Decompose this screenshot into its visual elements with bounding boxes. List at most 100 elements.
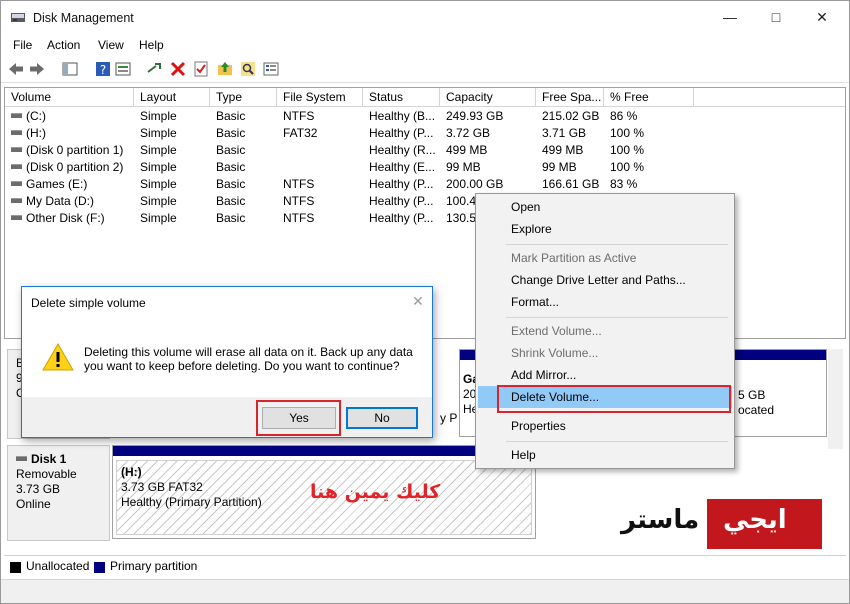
volume-cell-volume: (Disk 0 partition 1) xyxy=(11,142,123,159)
no-button[interactable]: No xyxy=(346,407,418,429)
volume-cell-fs: NTFS xyxy=(283,211,315,225)
volume-cell-type: Basic xyxy=(216,126,246,140)
volume-cell-volume: (H:) xyxy=(11,125,46,142)
ctx-add-mirror[interactable]: Add Mirror... xyxy=(478,364,732,386)
volume-row[interactable]: (C:) Simple Basic NTFS Healthy (B... 249.93 G… xyxy=(5,108,845,125)
brand-logo: ماستر ايجي xyxy=(613,499,822,549)
legend-primary-partition: Primary partition xyxy=(110,559,198,573)
menu-file[interactable]: File xyxy=(13,38,32,52)
volume-cell-volume: Games (E:) xyxy=(11,176,87,193)
volume-cell-pct: 100 % xyxy=(610,126,645,140)
volume-name: Other Disk (F:) xyxy=(26,211,105,225)
column-free-space[interactable]: Free Spa... xyxy=(536,88,604,107)
volume-name: (Disk 0 partition 2) xyxy=(26,160,124,174)
ctx-extend-volume: Extend Volume... xyxy=(511,324,602,338)
close-button[interactable]: ✕ xyxy=(799,1,845,34)
disk-management-app-icon xyxy=(11,13,25,22)
drive-icon xyxy=(11,164,22,170)
primary-partition-swatch xyxy=(94,562,105,573)
column-status[interactable]: Status xyxy=(363,88,440,107)
ctx-format[interactable]: Format... xyxy=(478,291,732,313)
drive-icon xyxy=(11,147,22,153)
volume-cell-layout: Simple xyxy=(140,143,177,157)
volume-cell-status: Healthy (P... xyxy=(369,177,434,191)
ctx-change-drive-letter[interactable]: Change Drive Letter and Paths... xyxy=(478,269,732,291)
ctx-open[interactable]: Open xyxy=(478,196,732,218)
volume-cell-capacity: 99 MB xyxy=(446,160,481,174)
folder-up-icon[interactable] xyxy=(216,60,234,78)
volume-cell-capacity: 249.93 GB xyxy=(446,109,504,123)
volume-cell-volume: My Data (D:) xyxy=(11,193,94,210)
volume-name: Games (E:) xyxy=(26,177,88,191)
svg-text:?: ? xyxy=(100,63,106,77)
volume-row[interactable]: Games (E:) Simple Basic NTFS Healthy (P... 20… xyxy=(5,176,845,193)
volume-cell-type: Basic xyxy=(216,177,246,191)
volume-cell-layout: Simple xyxy=(140,194,177,208)
volume-name: (C:) xyxy=(26,109,46,123)
disk-1-label[interactable]: Disk 1 Removable 3.73 GB Online xyxy=(7,445,110,541)
context-menu: Open Explore Mark Partition as Active Ch… xyxy=(475,193,735,469)
volume-cell-pct: 100 % xyxy=(610,143,645,157)
menu-bar: File Action View Help xyxy=(1,34,849,56)
connect-icon[interactable] xyxy=(146,60,164,78)
volume-cell-fs: FAT32 xyxy=(283,126,318,140)
menu-view[interactable]: View xyxy=(98,38,124,52)
volume-list-header: Volume Layout Type File System Status Ca… xyxy=(5,88,845,107)
volume-cell-type: Basic xyxy=(216,211,246,225)
volume-cell-status: Healthy (R... xyxy=(369,143,436,157)
ctx-explore[interactable]: Explore xyxy=(478,218,732,240)
forward-arrow-icon[interactable] xyxy=(28,60,46,78)
disk-1-name: Disk 1 xyxy=(31,452,67,466)
volume-cell-volume: Other Disk (F:) xyxy=(11,210,105,227)
back-arrow-icon[interactable] xyxy=(7,60,25,78)
volume-cell-free: 499 MB xyxy=(542,143,584,157)
ctx-help[interactable]: Help xyxy=(478,444,732,466)
menu-action[interactable]: Action xyxy=(47,38,80,52)
search-icon[interactable] xyxy=(239,60,257,78)
help-icon[interactable]: ? xyxy=(94,60,112,78)
column-percent-free[interactable]: % Free xyxy=(604,88,694,107)
disk-view-scrollbar[interactable] xyxy=(828,349,843,449)
menu-help[interactable]: Help xyxy=(139,38,164,52)
volume-cell-type: Basic xyxy=(216,194,246,208)
volume-cell-pct: 100 % xyxy=(610,160,645,174)
column-layout[interactable]: Layout xyxy=(134,88,210,107)
maximize-button[interactable]: □ xyxy=(753,1,799,34)
volume-cell-free: 215.02 GB xyxy=(542,109,600,123)
volume-cell-status: Healthy (P... xyxy=(369,211,434,225)
volume-row[interactable]: (Disk 0 partition 2) Simple Basic Healthy (… xyxy=(5,159,845,176)
volume-name: (H:) xyxy=(26,126,46,140)
show-hide-console-tree-icon[interactable] xyxy=(61,60,79,78)
volume-cell-capacity: 499 MB xyxy=(446,143,488,157)
column-volume[interactable]: Volume xyxy=(5,88,134,107)
volume-cell-capacity: 200.00 GB xyxy=(446,177,504,191)
toolbar: ? xyxy=(1,57,849,83)
drive-icon xyxy=(11,198,22,204)
volume-cell-layout: Simple xyxy=(140,177,177,191)
settings-list-icon[interactable] xyxy=(262,60,280,78)
disk-1-type: Removable xyxy=(16,467,77,481)
disk-0-last-partition[interactable]: 5 GB ocated xyxy=(734,349,827,437)
ctx-properties[interactable]: Properties xyxy=(478,415,732,437)
volume-cell-pct: 86 % xyxy=(610,109,638,123)
yes-highlight-box xyxy=(256,400,341,436)
ctx-separator xyxy=(506,244,728,245)
properties-view-icon[interactable] xyxy=(114,60,132,78)
dialog-close-icon[interactable]: ✕ xyxy=(410,293,426,309)
column-type[interactable]: Type xyxy=(210,88,277,107)
delete-volume-dialog: Delete simple volume ✕ Deleting this vol… xyxy=(21,286,433,438)
volume-row[interactable]: (H:) Simple Basic FAT32 Healthy (P... 3.72 GB… xyxy=(5,125,845,142)
volume-cell-layout: Simple xyxy=(140,211,177,225)
minimize-button[interactable]: — xyxy=(707,1,753,34)
volume-cell-free: 3.71 GB xyxy=(542,126,587,140)
volume-cell-volume: (C:) xyxy=(11,108,46,125)
warning-icon xyxy=(42,342,74,371)
column-capacity[interactable]: Capacity xyxy=(440,88,536,107)
volume-cell-fs: NTFS xyxy=(283,177,315,191)
volume-row[interactable]: (Disk 0 partition 1) Simple Basic Healthy (… xyxy=(5,142,845,159)
delete-icon[interactable] xyxy=(169,60,187,78)
unallocated-swatch xyxy=(10,562,21,573)
column-file-system[interactable]: File System xyxy=(277,88,363,107)
checklist-icon[interactable] xyxy=(192,60,210,78)
disk-1-size: 3.73 GB xyxy=(16,482,61,496)
